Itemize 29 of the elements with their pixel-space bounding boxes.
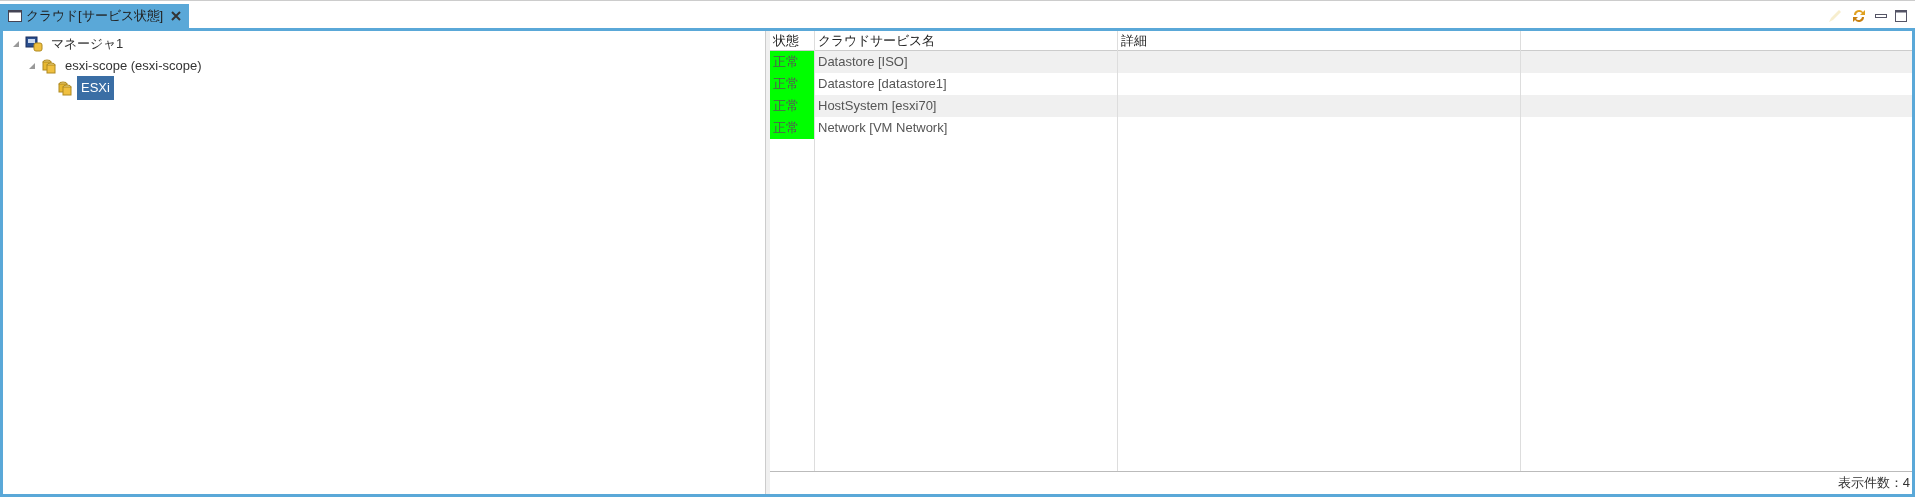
item-count: 表示件数：4 (1837, 474, 1910, 493)
table-cell-text: Network [VM Network] (817, 119, 949, 137)
tree-item[interactable]: esxi-scope (esxi-scope) (61, 56, 206, 76)
minimize-icon[interactable] (1875, 12, 1887, 20)
table-cell-text: Datastore [ISO] (817, 53, 909, 71)
column-header[interactable]: 詳細 (1118, 31, 1521, 50)
refresh-icon[interactable] (1851, 8, 1867, 24)
expand-arrow-icon[interactable] (11, 39, 21, 49)
column-header[interactable]: 状態 (770, 31, 815, 50)
table-row[interactable]: 正常 HostSystem [esxi70] (770, 95, 1912, 117)
tree-item[interactable]: マネージャ1 (47, 34, 128, 54)
expand-arrow-icon[interactable] (27, 61, 37, 71)
column-header[interactable]: クラウドサービス名 (815, 31, 1118, 50)
status-cell: 正常 (770, 117, 815, 139)
close-icon[interactable] (171, 11, 182, 21)
tree-item[interactable]: ESXi (77, 76, 114, 100)
maximize-icon[interactable] (1895, 10, 1907, 22)
table-cell-text: HostSystem [esxi70] (817, 97, 938, 115)
view-tab[interactable]: クラウド[サービス状態] (0, 4, 190, 28)
status-cell: 正常 (770, 95, 815, 117)
status-cell: 正常 (770, 73, 815, 95)
status-cell: 正常 (770, 51, 815, 73)
database-icon (41, 58, 57, 74)
table-row[interactable]: 正常 Datastore [ISO] (770, 51, 1912, 73)
table-cell-text: Datastore [datastore1] (817, 75, 948, 93)
server-icon (25, 36, 43, 52)
tab-title: クラウド[サービス状態] (26, 7, 164, 26)
window-icon (8, 10, 22, 22)
database-icon (57, 80, 73, 96)
